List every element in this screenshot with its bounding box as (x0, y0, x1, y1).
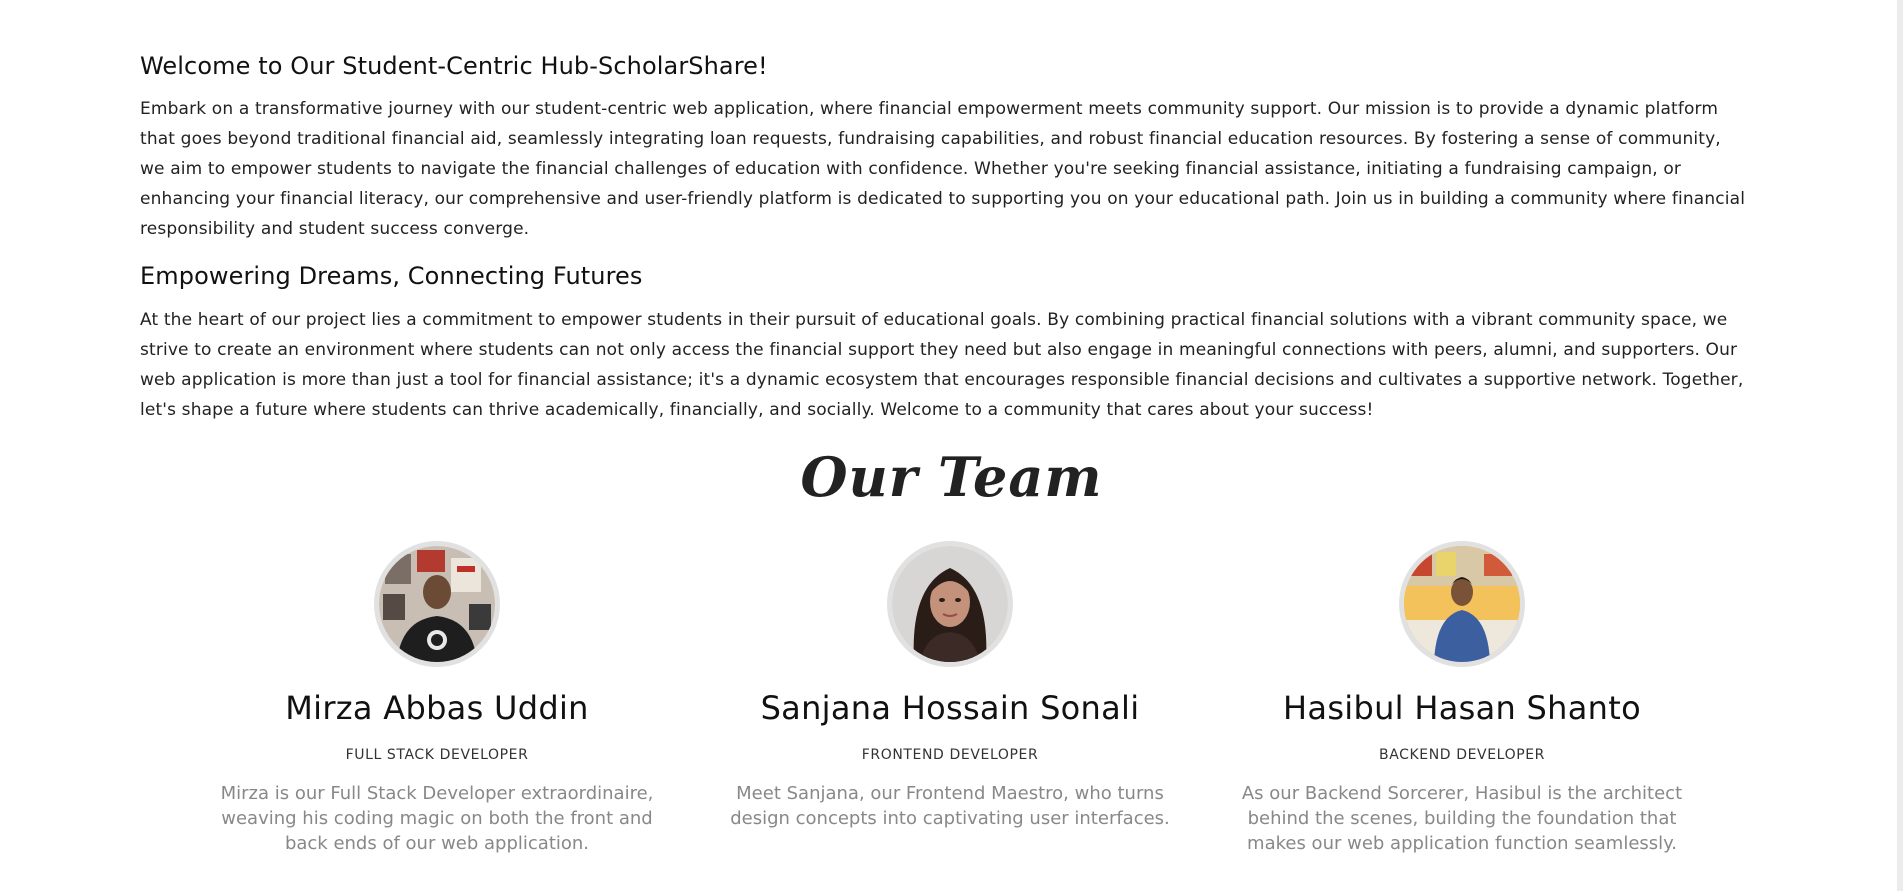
mission-body: At the heart of our project lies a commi… (140, 310, 1744, 420)
member-name: Sanjana Hossain Sonali (760, 689, 1140, 727)
member-name: Mirza Abbas Uddin (285, 689, 589, 727)
welcome-body: Embark on a transformative journey with … (140, 99, 1746, 239)
member-description: Meet Sanjana, our Frontend Maestro, who … (730, 783, 1170, 829)
member-role: FRONTEND DEVELOPER (861, 747, 1039, 763)
page-scrollbar[interactable] (1897, 0, 1903, 891)
member-role: FULL STACK DEVELOPER (345, 747, 529, 763)
avatar (887, 541, 1013, 667)
member-photo (379, 546, 495, 662)
member-photo (1404, 546, 1520, 662)
team-member-card: Sanjana Hossain Sonali FRONTEND DEVELOPE… (720, 541, 1180, 831)
avatar (1399, 541, 1525, 667)
member-description: Mirza is our Full Stack Developer extrao… (220, 783, 654, 854)
team-member-card: Mirza Abbas Uddin FULL STACK DEVELOPER M… (207, 541, 667, 856)
welcome-title: Welcome to Our Student-Centric Hub-Schol… (140, 52, 768, 80)
team-member-card: Hasibul Hasan Shanto BACKEND DEVELOPER A… (1232, 541, 1692, 856)
member-description: As our Backend Sorcerer, Hasibul is the … (1241, 783, 1683, 854)
avatar (374, 541, 500, 667)
member-photo (892, 546, 1008, 662)
team-heading: Our Team (800, 445, 1103, 509)
member-name: Hasibul Hasan Shanto (1283, 689, 1641, 727)
member-role: BACKEND DEVELOPER (1378, 747, 1546, 763)
mission-title: Empowering Dreams, Connecting Futures (140, 262, 643, 290)
